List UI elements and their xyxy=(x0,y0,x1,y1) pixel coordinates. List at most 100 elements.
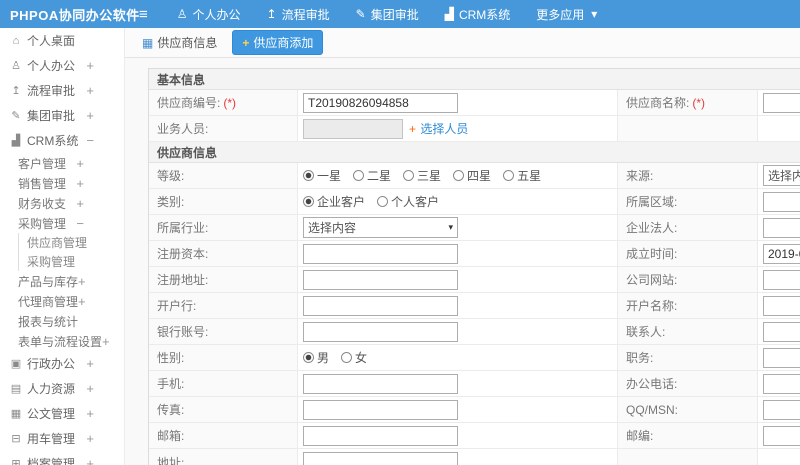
sidebar-item[interactable]: 代理商管理 + xyxy=(0,291,124,311)
text-input[interactable] xyxy=(763,295,800,316)
text-input[interactable] xyxy=(763,425,800,446)
radio-option[interactable]: 四星 xyxy=(453,167,491,184)
sidebar-item-label: 客户管理 xyxy=(18,156,67,171)
radio-option[interactable]: 三星 xyxy=(403,167,441,184)
sidebar-item[interactable]: 供应商管理 xyxy=(18,233,124,252)
table-icon xyxy=(142,36,153,50)
sidebar-item[interactable]: 用车管理 + xyxy=(0,426,124,451)
tab[interactable]: 供应商添加 xyxy=(232,30,324,55)
expand-toggle[interactable]: + xyxy=(76,176,84,191)
text-input[interactable] xyxy=(763,269,800,290)
sidebar-item-label: CRM系统 xyxy=(27,134,79,148)
select-dropdown[interactable]: 选择内容 ▾ xyxy=(303,217,458,238)
text-input[interactable] xyxy=(303,373,458,394)
expand-toggle[interactable]: + xyxy=(86,431,94,446)
sidebar-item[interactable]: 个人办公 + xyxy=(0,53,124,78)
sidebar-item[interactable]: 行政办公 + xyxy=(0,351,124,376)
field-value-cell xyxy=(298,449,618,465)
expand-toggle[interactable]: + xyxy=(102,334,110,349)
expand-toggle[interactable]: + xyxy=(86,406,94,421)
text-input[interactable] xyxy=(763,217,800,238)
text-input[interactable] xyxy=(763,399,800,420)
radio-icon xyxy=(403,170,415,181)
expand-toggle[interactable]: + xyxy=(86,108,94,123)
field-label-cell xyxy=(618,449,758,465)
radio-icon xyxy=(303,352,314,363)
expand-toggle[interactable]: + xyxy=(86,83,94,98)
text-input[interactable] xyxy=(303,425,458,446)
sidebar-item[interactable]: 公文管理 + xyxy=(0,401,124,426)
expand-toggle[interactable]: + xyxy=(78,294,86,309)
home-icon xyxy=(9,35,23,47)
sidebar-item[interactable]: 个人桌面 xyxy=(0,28,124,53)
radio-option[interactable]: 男 xyxy=(303,349,329,366)
sidebar-item[interactable]: 集团审批 + xyxy=(0,103,124,128)
text-input[interactable] xyxy=(303,295,458,316)
chart-icon xyxy=(445,7,454,21)
expand-toggle[interactable]: + xyxy=(78,274,86,289)
sidebar-item[interactable]: 销售管理 + xyxy=(0,173,124,193)
expand-toggle[interactable]: + xyxy=(76,156,84,171)
field-label-cell: 联系人: xyxy=(618,319,758,344)
select-dropdown[interactable]: 选择内容 ▾ xyxy=(763,165,800,186)
radio-icon xyxy=(353,170,365,181)
sidebar-item-label: 个人办公 xyxy=(27,59,76,73)
sidebar-item[interactable]: CRM系统 − xyxy=(0,128,124,153)
sidebar-item[interactable]: 客户管理 + xyxy=(0,153,124,173)
sidebar-item[interactable]: 档案管理 + xyxy=(0,451,124,465)
field-value-cell xyxy=(758,319,800,344)
text-input[interactable] xyxy=(303,243,458,264)
text-input[interactable] xyxy=(303,269,458,290)
select-person-link[interactable]: + 选择人员 xyxy=(409,120,468,137)
person-input[interactable] xyxy=(303,118,403,139)
radio-icon xyxy=(377,196,389,207)
expand-toggle[interactable]: + xyxy=(86,58,94,73)
section-title: 基本信息 xyxy=(157,72,206,87)
text-input[interactable] xyxy=(303,321,458,342)
text-input[interactable] xyxy=(303,452,458,465)
radio-option[interactable]: 五星 xyxy=(503,167,541,184)
radio-option[interactable]: 个人客户 xyxy=(377,193,439,210)
text-input[interactable] xyxy=(763,321,800,342)
expand-toggle[interactable]: − xyxy=(86,133,94,148)
top-nav-item[interactable]: 个人办公 xyxy=(164,0,254,28)
sidebar-item[interactable]: 报表与统计 xyxy=(0,311,124,331)
top-nav-item[interactable]: CRM系统 xyxy=(432,0,524,28)
sidebar-item[interactable]: 采购管理 xyxy=(18,252,124,271)
text-input[interactable] xyxy=(763,92,800,113)
sidebar-item[interactable]: 财务收支 + xyxy=(0,193,124,213)
sidebar-item[interactable]: 流程审批 + xyxy=(0,78,124,103)
expand-toggle[interactable]: + xyxy=(86,356,94,371)
text-input[interactable] xyxy=(763,243,800,264)
expand-toggle[interactable]: + xyxy=(86,456,94,465)
tab[interactable]: 供应商信息 xyxy=(133,31,226,54)
field-label: 成立时间: xyxy=(626,247,678,261)
text-input[interactable] xyxy=(303,399,458,420)
radio-option[interactable]: 二星 xyxy=(353,167,391,184)
sidebar-item[interactable]: 表单与流程设置 + xyxy=(0,331,124,351)
expand-toggle[interactable]: − xyxy=(76,216,84,231)
text-input[interactable] xyxy=(303,92,458,113)
expand-toggle[interactable]: + xyxy=(86,381,94,396)
sidebar-item-label: 公文管理 xyxy=(27,407,76,421)
top-nav-item[interactable]: 流程审批 xyxy=(254,0,343,28)
field-label: 供应商名称: xyxy=(626,96,690,110)
menu-toggle-icon[interactable]: ≡ xyxy=(139,7,148,22)
radio-option[interactable]: 一星 xyxy=(303,167,341,184)
sidebar-item-label: 流程审批 xyxy=(27,84,76,98)
nav-label: 更多应用 xyxy=(536,7,585,22)
radio-option[interactable]: 企业客户 xyxy=(303,193,365,210)
radio-option[interactable]: 女 xyxy=(341,349,367,366)
top-nav-item[interactable]: 更多应用 ▾ xyxy=(523,0,610,28)
text-input[interactable] xyxy=(763,373,800,394)
sidebar-item[interactable]: 采购管理 − xyxy=(0,213,124,233)
text-input[interactable] xyxy=(763,191,800,212)
field-label-cell: 性别: xyxy=(149,345,298,370)
sidebar-item-label: 集团审批 xyxy=(27,109,76,123)
sidebar-item[interactable]: 人力资源 + xyxy=(0,376,124,401)
text-input[interactable] xyxy=(763,347,800,368)
sidebar-item[interactable]: 产品与库存 + xyxy=(0,271,124,291)
field-label-cell: 所属区域: xyxy=(618,189,758,214)
top-nav-item[interactable]: 集团审批 xyxy=(343,0,432,28)
expand-toggle[interactable]: + xyxy=(76,196,84,211)
